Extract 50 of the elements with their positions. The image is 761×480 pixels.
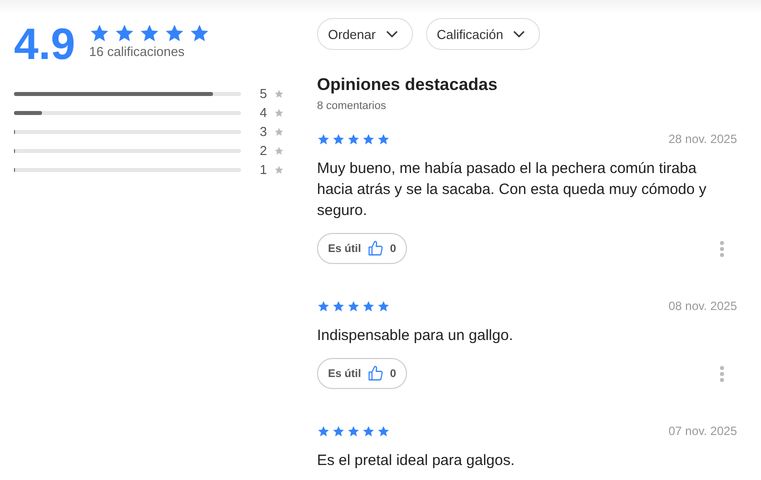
star-level-label: 4	[258, 105, 267, 120]
star-icon	[347, 300, 360, 312]
star-icon	[274, 108, 284, 118]
helpful-button[interactable]: Es útil 0	[317, 358, 408, 389]
star-level-label: 1	[258, 162, 267, 177]
star-icon	[317, 300, 330, 312]
section-title: Opiniones destacadas	[317, 75, 498, 95]
helpful-button[interactable]: Es útil 0	[317, 233, 408, 264]
star-icon	[377, 132, 390, 146]
review-text: Muy bueno, me había pasado el la pechera común tiraba hacia atrás y se la sacaba. Con esta queda muy cómodo y seguro.	[317, 159, 708, 221]
star-icon	[317, 424, 330, 438]
ratings-count: 16 calificaciones	[89, 44, 186, 59]
star-icon	[317, 132, 330, 146]
review-date: 07 nov. 2025	[668, 424, 737, 438]
star-level-label: 2	[258, 143, 267, 158]
comments-count: 8 comentarios	[317, 100, 388, 112]
thumbs-up-icon	[367, 365, 384, 382]
review-date: 28 nov. 2025	[668, 132, 737, 146]
more-options-icon[interactable]	[719, 240, 725, 258]
star-icon	[362, 300, 375, 312]
star-icon	[274, 164, 284, 174]
chevron-down-icon	[513, 30, 526, 38]
average-rating: 4.9	[14, 21, 76, 69]
review-date: 08 nov. 2025	[668, 299, 737, 313]
star-icon	[114, 23, 136, 44]
review-text: Es el pretal ideal para galgos.	[317, 451, 516, 471]
thumbs-up-icon	[367, 240, 384, 257]
star-icon	[139, 23, 160, 44]
more-options-icon[interactable]	[719, 364, 725, 382]
star-icon	[274, 126, 284, 136]
star-icon	[362, 424, 375, 438]
star-level-label: 5	[258, 86, 267, 101]
star-icon	[89, 23, 110, 44]
star-icon	[274, 146, 284, 156]
star-icon	[332, 300, 345, 312]
star-icon	[274, 88, 284, 98]
review-text: Indispensable para un gallgo.	[317, 326, 514, 346]
star-icon	[332, 424, 345, 438]
filter-dropdown[interactable]: Ordenar	[317, 18, 413, 50]
star-icon	[362, 132, 375, 146]
filter-dropdown[interactable]: Calificación	[426, 18, 540, 50]
star-icon	[347, 424, 360, 438]
star-icon	[347, 132, 360, 146]
chevron-down-icon	[386, 30, 398, 38]
star-level-label: 3	[258, 124, 267, 139]
star-icon	[189, 23, 210, 44]
star-icon	[377, 424, 390, 438]
star-icon	[332, 132, 345, 146]
star-icon	[164, 23, 186, 44]
star-icon	[377, 300, 390, 312]
